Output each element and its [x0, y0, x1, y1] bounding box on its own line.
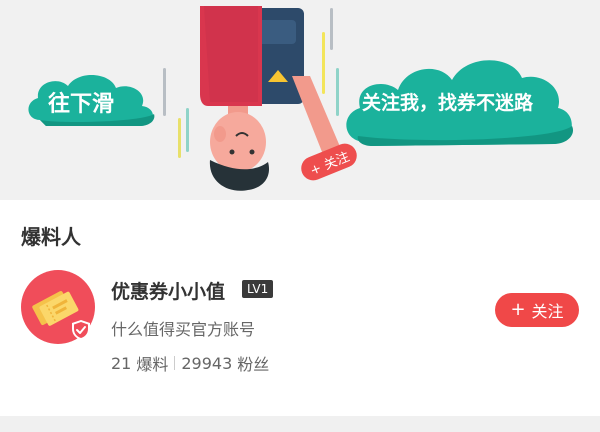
follow-button-label: 关注	[531, 302, 564, 321]
author-name[interactable]: 优惠券小小值	[111, 277, 225, 304]
stats-divider	[174, 356, 176, 370]
right-cloud-text: 关注我，找券不迷路	[362, 92, 534, 114]
page: 往下滑 关注我，找券不迷路 + 关注 爆料人 优惠券小小值 LV1 什么值得买官…	[0, 0, 600, 432]
follow-button[interactable]: + 关注	[495, 293, 579, 327]
decor-line	[186, 108, 189, 152]
plus-icon: +	[510, 299, 526, 320]
section-title: 爆料人	[21, 225, 81, 249]
author-description: 什么值得买官方账号	[111, 320, 256, 339]
author-card: 爆料人 优惠券小小值 LV1 什么值得买官方账号 21 爆料 29943 粉丝 …	[0, 200, 600, 416]
posts-label: 爆料	[136, 355, 169, 374]
bottom-spacer	[0, 416, 600, 432]
follow-banner: 往下滑 关注我，找券不迷路 + 关注	[0, 0, 600, 200]
fans-count: 29943	[181, 353, 233, 373]
left-cloud-text: 往下滑	[48, 92, 115, 117]
posts-count: 21	[111, 353, 132, 373]
decor-line	[163, 68, 166, 116]
level-badge: LV1	[242, 280, 274, 298]
author-stats: 21 爆料 29943 粉丝	[111, 351, 269, 375]
avatar[interactable]	[21, 270, 95, 344]
fans-label: 粉丝	[237, 355, 270, 374]
decor-line	[178, 118, 181, 158]
verified-shield-icon	[72, 320, 90, 340]
